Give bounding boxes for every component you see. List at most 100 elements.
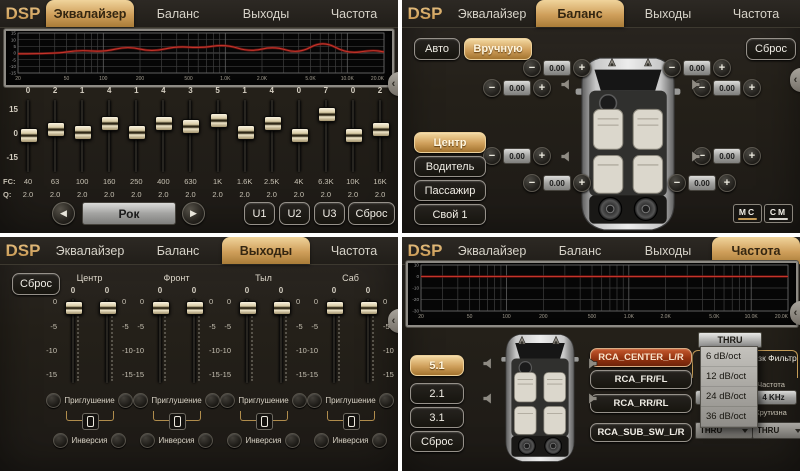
balance-preset-2[interactable]: Пассажир [414,180,486,201]
output-slider-knob[interactable] [326,301,344,315]
memory-button-1[interactable]: U1 [244,202,275,225]
memory-button-2[interactable]: U2 [279,202,310,225]
link-channels-button[interactable] [82,413,99,430]
level-minus-button[interactable]: − [663,59,681,77]
slope-option-1[interactable]: 12 dB/oct [701,367,757,387]
tab-0[interactable]: Эквалайзер [448,237,536,264]
mode-button-5-1[interactable]: 5.1 [410,355,464,376]
level-plus-button[interactable]: + [718,174,736,192]
tab-2-active[interactable]: Выходы [222,237,310,264]
tab-1-active[interactable]: Баланс [536,0,624,27]
tab-1[interactable]: Баланс [134,0,222,27]
tab-3[interactable]: Частота [310,0,398,27]
invert-left-radio[interactable] [227,433,242,448]
invert-left-radio[interactable] [140,433,155,448]
eq-band-slider-knob[interactable] [345,128,363,143]
output-slider-knob[interactable] [99,301,117,315]
crossover-reset-button[interactable]: Сброс [410,431,464,452]
eq-band-slider-track[interactable] [270,100,274,172]
level-plus-button[interactable]: + [533,79,551,97]
eq-band-slider-knob[interactable] [101,116,119,131]
preset-display[interactable]: Рок [82,202,176,225]
eq-band-slider-knob[interactable] [155,116,173,131]
level-plus-button[interactable]: + [533,147,551,165]
channel-button-0[interactable]: RCA_CENTER_L/R [590,348,692,367]
level-plus-button[interactable]: + [573,174,591,192]
tab-3-active[interactable]: Частота [712,237,800,264]
eq-band-slider-track[interactable] [216,100,220,172]
drawer-handle[interactable]: ‹ [790,68,800,92]
output-slider-knob[interactable] [360,301,378,315]
tab-3[interactable]: Частота [310,237,398,264]
eq-band-slider-knob[interactable] [182,119,200,134]
tab-0[interactable]: Эквалайзер [448,0,536,27]
mute-left-radio[interactable] [46,393,61,408]
eq-band-slider-track[interactable] [107,100,111,172]
slope-option-2[interactable]: 24 dB/oct [701,387,757,407]
invert-right-radio[interactable] [372,433,387,448]
level-minus-button[interactable]: − [523,59,541,77]
tab-2[interactable]: Выходы [222,0,310,27]
output-slider-knob[interactable] [239,301,257,315]
eq-band-slider-knob[interactable] [74,125,92,140]
cm-mode-button[interactable]: CM [764,204,793,223]
preset-next-button[interactable]: ▶ [182,202,205,225]
level-plus-button[interactable]: + [743,147,761,165]
invert-right-radio[interactable] [198,433,213,448]
mute-right-radio[interactable] [118,393,133,408]
eq-band-slider-knob[interactable] [47,122,65,137]
manual-button[interactable]: Вручную [464,38,532,60]
balance-preset-1[interactable]: Водитель [414,156,486,177]
level-plus-button[interactable]: + [573,59,591,77]
tab-1[interactable]: Баланс [134,237,222,264]
level-minus-button[interactable]: − [523,174,541,192]
level-minus-button[interactable]: − [483,79,501,97]
mute-right-radio[interactable] [292,393,307,408]
mc-mode-button[interactable]: MC [733,204,762,223]
mute-left-radio[interactable] [307,393,322,408]
auto-button[interactable]: Авто [414,38,460,60]
low-filter-slope-dropdown[interactable]: THRU [752,422,800,439]
invert-right-radio[interactable] [111,433,126,448]
preset-prev-button[interactable]: ◀ [52,202,75,225]
link-channels-button[interactable] [256,413,273,430]
output-slider-knob[interactable] [152,301,170,315]
mute-right-radio[interactable] [205,393,220,408]
mute-right-radio[interactable] [379,393,394,408]
mode-button-3-1[interactable]: 3.1 [410,407,464,428]
eq-band-slider-knob[interactable] [264,116,282,131]
mute-left-radio[interactable] [133,393,148,408]
eq-band-slider-knob[interactable] [291,128,309,143]
tab-0-active[interactable]: Эквалайзер [46,0,134,27]
level-plus-button[interactable]: + [713,59,731,77]
output-slider-knob[interactable] [273,301,291,315]
slope-option-3[interactable]: 36 dB/oct [701,407,757,427]
eq-band-slider-knob[interactable] [237,125,255,140]
level-minus-button[interactable]: − [668,174,686,192]
invert-left-radio[interactable] [53,433,68,448]
invert-right-radio[interactable] [285,433,300,448]
link-channels-button[interactable] [343,413,360,430]
memory-button-3[interactable]: U3 [314,202,345,225]
mode-button-2-1[interactable]: 2.1 [410,383,464,404]
eq-band-slider-knob[interactable] [372,122,390,137]
output-slider-knob[interactable] [186,301,204,315]
balance-reset-button[interactable]: Сброс [746,38,796,60]
tab-2[interactable]: Выходы [624,237,712,264]
balance-preset-0[interactable]: Центр [414,132,486,153]
link-channels-button[interactable] [169,413,186,430]
invert-left-radio[interactable] [314,433,329,448]
eq-band-slider-knob[interactable] [210,113,228,128]
channel-button-3[interactable]: RCA_SUB_SW_L/R [590,423,692,442]
tab-1[interactable]: Баланс [536,237,624,264]
eq-band-slider-track[interactable] [161,100,165,172]
mute-left-radio[interactable] [220,393,235,408]
tab-3[interactable]: Частота [712,0,800,27]
eq-band-slider-knob[interactable] [128,125,146,140]
channel-button-1[interactable]: RCA_FR/FL [590,370,692,389]
eq-band-slider-knob[interactable] [318,107,336,122]
slope-option-0[interactable]: 6 dB/oct [701,347,757,367]
eq-band-slider-track[interactable] [188,100,192,172]
level-plus-button[interactable]: + [743,79,761,97]
eq-reset-button[interactable]: Сброс [348,202,395,225]
